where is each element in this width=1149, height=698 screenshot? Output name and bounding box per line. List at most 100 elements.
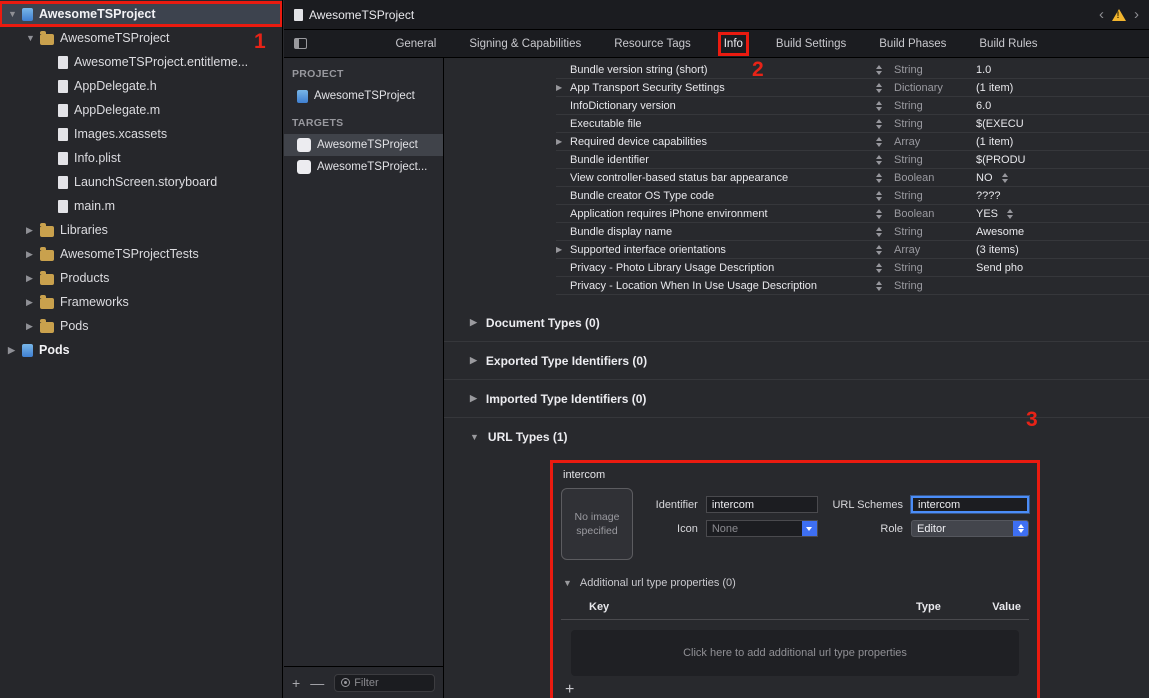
identifier-field[interactable]: [705, 496, 818, 513]
plist-type[interactable]: String: [894, 226, 976, 238]
forward-button[interactable]: ›: [1134, 7, 1139, 22]
plist-key[interactable]: InfoDictionary version: [570, 100, 876, 112]
key-stepper-icon[interactable]: [876, 136, 894, 147]
key-stepper-icon[interactable]: [876, 190, 894, 201]
navigator-row[interactable]: Images.xcassets: [0, 122, 282, 146]
target-row[interactable]: AwesomeTSProject...: [284, 156, 443, 178]
plist-type[interactable]: Array: [894, 136, 976, 148]
plist-value[interactable]: (3 items): [976, 244, 1019, 256]
remove-target-button[interactable]: —: [310, 676, 324, 690]
navigator-row[interactable]: ▶ Libraries: [0, 218, 282, 242]
plist-row[interactable]: Privacy - Photo Library Usage Descriptio…: [556, 259, 1149, 277]
plist-value[interactable]: Send pho: [976, 262, 1023, 274]
icon-dropdown[interactable]: None: [705, 520, 818, 537]
navigator-row[interactable]: ▶ Frameworks: [0, 290, 282, 314]
key-stepper-icon[interactable]: [876, 64, 894, 75]
disclosure-triangle-icon[interactable]: ▼: [26, 33, 40, 43]
key-stepper-icon[interactable]: [876, 172, 894, 183]
plist-type[interactable]: String: [894, 280, 976, 292]
plist-key[interactable]: Bundle version string (short): [570, 64, 876, 76]
plist-key[interactable]: Bundle identifier: [570, 154, 876, 166]
target-row[interactable]: AwesomeTSProject: [284, 134, 443, 156]
back-button[interactable]: ‹: [1099, 7, 1104, 22]
disclosure-triangle-icon[interactable]: ▶: [8, 345, 22, 356]
plist-key[interactable]: Privacy - Location When In Use Usage Des…: [570, 280, 876, 292]
navigator-row[interactable]: ▶ AwesomeTSProjectTests: [0, 242, 282, 266]
plist-key[interactable]: Required device capabilities: [570, 136, 876, 148]
plist-value[interactable]: NO: [976, 172, 993, 184]
filter-field[interactable]: [334, 673, 435, 692]
disclosure-triangle-icon[interactable]: ▼: [8, 9, 22, 19]
key-stepper-icon[interactable]: [876, 226, 894, 237]
editor-segment-tab[interactable]: Signing & Capabilities: [465, 34, 585, 54]
navigator-row[interactable]: ▶ Pods: [0, 314, 282, 338]
key-stepper-icon[interactable]: [876, 280, 894, 291]
plist-value[interactable]: 1.0: [976, 64, 991, 76]
row-disclosure-icon[interactable]: ▶: [556, 137, 570, 146]
navigator-row[interactable]: ▼ AwesomeTSProject: [0, 1, 282, 27]
plist-section-header[interactable]: ▶ Document Types (0): [444, 304, 1149, 342]
disclosure-triangle-icon[interactable]: ▶: [26, 273, 40, 284]
plist-value[interactable]: $(EXECU: [976, 118, 1024, 130]
disclosure-triangle-icon[interactable]: ▶: [26, 297, 40, 308]
plist-key[interactable]: Supported interface orientations: [570, 244, 876, 256]
plist-type[interactable]: String: [894, 154, 976, 166]
plist-value[interactable]: (1 item): [976, 82, 1013, 94]
editor-tab[interactable]: AwesomeTSProject: [294, 8, 414, 22]
plist-row[interactable]: Bundle display name String Awesome: [556, 223, 1149, 241]
editor-segment-tab[interactable]: Build Settings: [772, 34, 850, 54]
url-schemes-field[interactable]: [911, 496, 1029, 513]
url-types-section-header[interactable]: ▼ URL Types (1): [444, 418, 1149, 456]
navigator-row[interactable]: Info.plist: [0, 146, 282, 170]
navigator-row[interactable]: LaunchScreen.storyboard: [0, 170, 282, 194]
key-stepper-icon[interactable]: [876, 118, 894, 129]
key-stepper-icon[interactable]: [876, 262, 894, 273]
url-type-image-well[interactable]: No image specified: [561, 488, 633, 560]
editor-segment-tab[interactable]: Build Rules: [975, 34, 1041, 54]
related-items-icon[interactable]: [294, 38, 307, 49]
plist-type[interactable]: Array: [894, 244, 976, 256]
plist-type[interactable]: Dictionary: [894, 82, 976, 94]
disclosure-triangle-icon[interactable]: ▶: [26, 225, 40, 236]
navigator-row[interactable]: AppDelegate.h: [0, 74, 282, 98]
disclosure-triangle-icon[interactable]: ▶: [26, 321, 40, 332]
plist-value[interactable]: $(PRODU: [976, 154, 1026, 166]
plist-section-header[interactable]: ▶ Imported Type Identifiers (0): [444, 380, 1149, 418]
value-stepper-icon[interactable]: [1007, 208, 1014, 219]
add-property-hint[interactable]: Click here to add additional url type pr…: [571, 630, 1019, 676]
editor-segment-tab[interactable]: Info: [717, 31, 749, 56]
navigator-row[interactable]: main.m: [0, 194, 282, 218]
plist-key[interactable]: Application requires iPhone environment: [570, 208, 876, 220]
editor-segment-tab[interactable]: Build Phases: [875, 34, 950, 54]
plist-key[interactable]: Executable file: [570, 118, 876, 130]
key-stepper-icon[interactable]: [876, 154, 894, 165]
filter-input[interactable]: [354, 676, 434, 689]
section-disclosure-icon[interactable]: ▼: [470, 432, 479, 442]
plist-type[interactable]: String: [894, 100, 976, 112]
additional-disclosure-icon[interactable]: ▼: [563, 578, 572, 588]
editor-segment-tab[interactable]: Resource Tags: [610, 34, 695, 54]
key-stepper-icon[interactable]: [876, 82, 894, 93]
disclosure-triangle-icon[interactable]: ▶: [26, 249, 40, 260]
plist-row[interactable]: Bundle identifier String $(PRODU: [556, 151, 1149, 169]
plist-type[interactable]: Boolean: [894, 172, 976, 184]
plist-key[interactable]: Bundle display name: [570, 226, 876, 238]
plist-type[interactable]: String: [894, 262, 976, 274]
plist-key[interactable]: App Transport Security Settings: [570, 82, 876, 94]
row-disclosure-icon[interactable]: ▶: [556, 245, 570, 254]
add-target-button[interactable]: +: [292, 676, 300, 690]
plist-row[interactable]: View controller-based status bar appeara…: [556, 169, 1149, 187]
warning-icon[interactable]: !: [1112, 8, 1126, 21]
add-url-type-button[interactable]: +: [565, 682, 1029, 698]
editor-segment-tab[interactable]: General: [391, 34, 440, 54]
plist-row[interactable]: Bundle version string (short) String 1.0: [556, 61, 1149, 79]
plist-type[interactable]: String: [894, 190, 976, 202]
plist-row[interactable]: InfoDictionary version String 6.0: [556, 97, 1149, 115]
navigator-row[interactable]: ▼ AwesomeTSProject: [0, 26, 282, 50]
row-disclosure-icon[interactable]: ▶: [556, 83, 570, 92]
section-disclosure-icon[interactable]: ▶: [470, 317, 477, 328]
plist-section-header[interactable]: ▶ Exported Type Identifiers (0): [444, 342, 1149, 380]
plist-value[interactable]: (1 item): [976, 136, 1013, 148]
plist-type[interactable]: String: [894, 64, 976, 76]
plist-value[interactable]: ????: [976, 190, 1000, 202]
